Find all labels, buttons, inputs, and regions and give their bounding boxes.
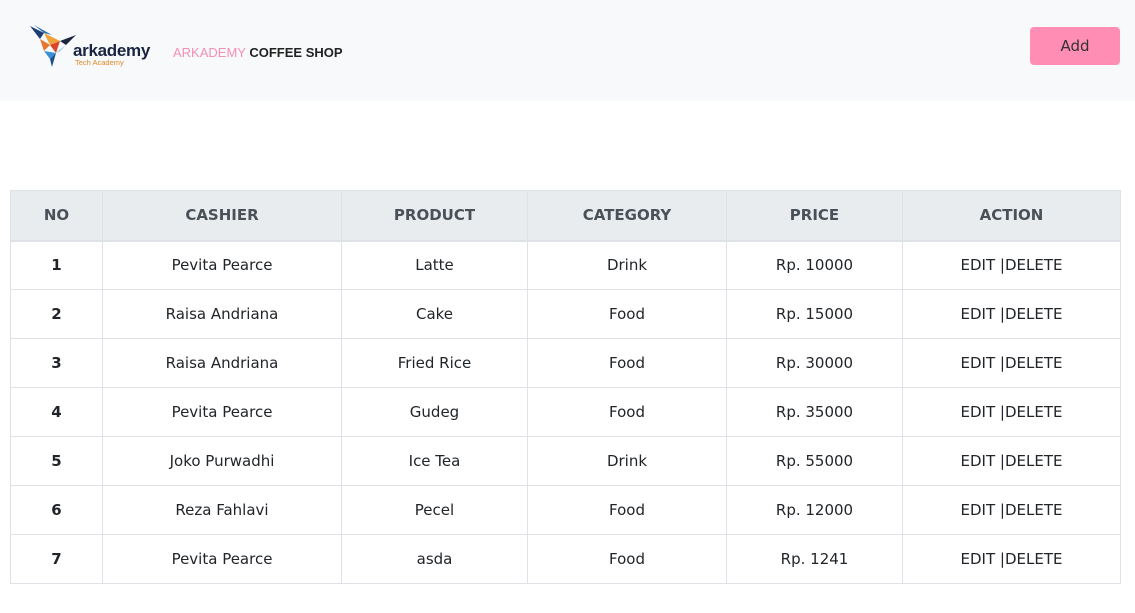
cell-product: Fried Rice (341, 338, 528, 388)
cell-cashier: Pevita Pearce (102, 387, 342, 437)
cell-price: Rp. 15000 (726, 289, 903, 339)
cell-category: Drink (527, 436, 727, 486)
edit-link[interactable]: EDIT (961, 354, 996, 372)
column-header-category: CATEGORY (527, 190, 727, 242)
action-separator: | (995, 256, 1005, 275)
edit-link[interactable]: EDIT (961, 256, 996, 274)
table-row: 4 Pevita Pearce Gudeg Food Rp. 35000 EDI… (10, 387, 1121, 437)
cell-category: Drink (527, 240, 727, 290)
delete-link[interactable]: DELETE (1005, 305, 1063, 323)
cell-product: Latte (341, 240, 528, 290)
cell-price: Rp. 1241 (726, 534, 903, 584)
delete-link[interactable]: DELETE (1005, 550, 1063, 568)
cell-product: Cake (341, 289, 528, 339)
action-separator: | (995, 501, 1005, 519)
shop-title-pink: ARKADEMY (173, 45, 246, 60)
cell-price: Rp. 55000 (726, 436, 903, 486)
cell-action: EDIT |DELETE (902, 436, 1121, 486)
cell-action: EDIT |DELETE (902, 387, 1121, 437)
cell-price: Rp. 35000 (726, 387, 903, 437)
orders-table: NO CASHIER PRODUCT CATEGORY PRICE ACTION… (10, 190, 1121, 584)
table-row: 2 Raisa Andriana Cake Food Rp. 15000 EDI… (10, 289, 1121, 339)
table-row: 1 Pevita Pearce Latte Drink Rp. 10000 ED… (10, 240, 1121, 290)
cell-action: EDIT |DELETE (902, 485, 1121, 535)
shop-title-dark: COFFEE SHOP (249, 45, 343, 60)
logo-word: arkademy (73, 41, 150, 60)
shop-title: ARKADEMY COFFEE SHOP (173, 45, 343, 61)
delete-link[interactable]: DELETE (1005, 501, 1063, 519)
table-row: 6 Reza Fahlavi Pecel Food Rp. 12000 EDIT… (10, 485, 1121, 535)
action-separator: | (995, 452, 1005, 470)
column-header-action: ACTION (902, 190, 1121, 242)
action-separator: | (995, 550, 1005, 568)
cell-category: Food (527, 387, 727, 437)
cell-cashier: Raisa Andriana (102, 338, 342, 388)
column-header-product: PRODUCT (341, 190, 528, 242)
cell-price: Rp. 12000 (726, 485, 903, 535)
cell-category: Food (527, 289, 727, 339)
cell-action: EDIT |DELETE (902, 534, 1121, 584)
logo-wordmark: arkademy Tech Academy (73, 42, 150, 67)
edit-link[interactable]: EDIT (961, 403, 996, 421)
table-row: 3 Raisa Andriana Fried Rice Food Rp. 300… (10, 338, 1121, 388)
hummingbird-logo-icon (30, 25, 76, 67)
cell-category: Food (527, 338, 727, 388)
cell-cashier: Raisa Andriana (102, 289, 342, 339)
cell-price: Rp. 10000 (726, 240, 903, 290)
cell-product: Pecel (341, 485, 528, 535)
delete-link[interactable]: DELETE (1005, 452, 1063, 470)
cell-no: 6 (10, 485, 103, 535)
delete-link[interactable]: DELETE (1005, 403, 1063, 421)
cell-price: Rp. 30000 (726, 338, 903, 388)
cell-no: 1 (10, 240, 103, 290)
table-header-row: NO CASHIER PRODUCT CATEGORY PRICE ACTION (10, 190, 1121, 242)
column-header-cashier: CASHIER (102, 190, 342, 242)
action-separator: | (995, 403, 1005, 421)
cell-product: asda (341, 534, 528, 584)
brand[interactable]: arkademy Tech Academy (30, 22, 150, 70)
cell-action: EDIT |DELETE (902, 289, 1121, 339)
cell-no: 7 (10, 534, 103, 584)
action-separator: | (995, 305, 1005, 323)
cell-product: Gudeg (341, 387, 528, 437)
delete-link[interactable]: DELETE (1005, 354, 1063, 372)
cell-no: 2 (10, 289, 103, 339)
column-header-no: NO (10, 190, 103, 242)
edit-link[interactable]: EDIT (961, 501, 996, 519)
cell-cashier: Pevita Pearce (102, 534, 342, 584)
logo-subtitle: Tech Academy (75, 58, 124, 67)
cell-action: EDIT |DELETE (902, 338, 1121, 388)
cell-cashier: Pevita Pearce (102, 240, 342, 290)
edit-link[interactable]: EDIT (961, 550, 996, 568)
action-separator: | (995, 354, 1005, 372)
edit-link[interactable]: EDIT (961, 305, 996, 323)
cell-no: 3 (10, 338, 103, 388)
table-row: 7 Pevita Pearce asda Food Rp. 1241 EDIT … (10, 534, 1121, 584)
cell-product: Ice Tea (341, 436, 528, 486)
column-header-price: PRICE (726, 190, 903, 242)
table-row: 5 Joko Purwadhi Ice Tea Drink Rp. 55000 … (10, 436, 1121, 486)
cell-cashier: Joko Purwadhi (102, 436, 342, 486)
delete-link[interactable]: DELETE (1005, 256, 1063, 274)
cell-action: EDIT |DELETE (902, 240, 1121, 290)
navbar: arkademy Tech Academy ARKADEMY COFFEE SH… (0, 0, 1135, 101)
cell-cashier: Reza Fahlavi (102, 485, 342, 535)
cell-category: Food (527, 534, 727, 584)
cell-no: 5 (10, 436, 103, 486)
cell-no: 4 (10, 387, 103, 437)
edit-link[interactable]: EDIT (961, 452, 996, 470)
cell-category: Food (527, 485, 727, 535)
add-button[interactable]: Add (1030, 27, 1120, 65)
